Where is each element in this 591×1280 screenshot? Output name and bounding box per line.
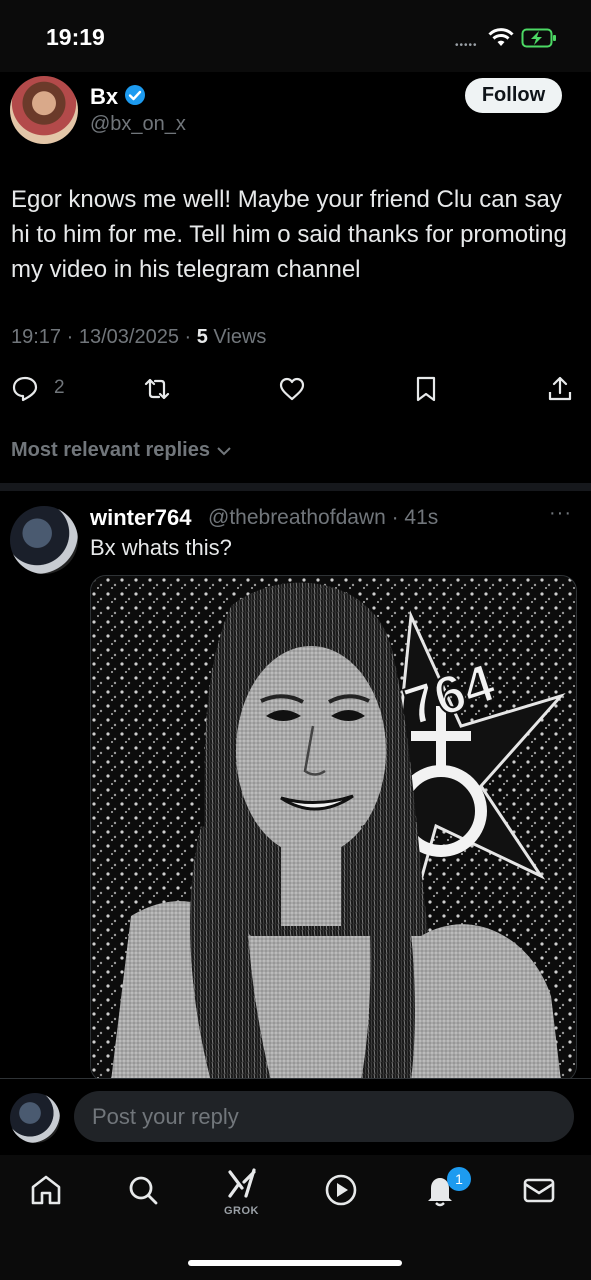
search-icon[interactable] (125, 1172, 161, 1208)
post-text: Egor knows me well! Maybe your friend Cl… (11, 186, 567, 283)
views-label[interactable]: Views (213, 326, 266, 348)
my-avatar[interactable] (10, 1093, 60, 1143)
cellular-signal-icon: ••••• (455, 40, 478, 51)
reply-author-avatar[interactable] (10, 506, 78, 574)
reply-count: 2 (54, 377, 65, 398)
author-handle[interactable]: @bx_on_x (90, 113, 186, 136)
views-count: 5 (196, 326, 208, 348)
reply-text: Bx whats this? (90, 535, 232, 560)
post-meta: 19:17 · 13/03/2025 · 5 Views (11, 326, 267, 348)
share-icon[interactable] (545, 374, 575, 404)
author-avatar[interactable] (10, 76, 78, 144)
wifi-icon (488, 28, 514, 46)
grok-icon[interactable] (224, 1166, 260, 1202)
replies-sort-dropdown[interactable]: Most relevant replies (11, 439, 232, 462)
section-divider (0, 483, 591, 491)
grok-label: GROK (224, 1205, 259, 1217)
reply-image[interactable]: 764 (90, 575, 577, 1082)
replies-sort-label: Most relevant replies (11, 439, 210, 461)
post-date: 13/03/2025 (78, 326, 179, 348)
reply-author-name[interactable]: winter764 (90, 505, 192, 531)
reply-icon[interactable] (10, 374, 40, 404)
home-indicator (188, 1260, 402, 1266)
like-icon[interactable] (277, 374, 307, 404)
video-icon[interactable] (323, 1172, 359, 1208)
post-time: 19:17 (11, 326, 62, 348)
reply-image-artwork: 764 (91, 576, 576, 1081)
mail-icon[interactable] (521, 1172, 557, 1208)
chevron-down-icon (216, 447, 231, 456)
author-name[interactable]: Bx (90, 84, 118, 110)
reply-input[interactable] (74, 1091, 574, 1142)
battery-charging-icon (521, 28, 556, 48)
follow-button[interactable]: Follow (465, 78, 562, 113)
verified-badge-icon (125, 85, 145, 105)
more-options-icon[interactable]: ··· (549, 502, 572, 525)
notifications-badge: 1 (447, 1167, 471, 1191)
bookmark-icon[interactable] (411, 374, 441, 404)
home-icon[interactable] (28, 1172, 64, 1208)
reply-author-handle[interactable]: @thebreathofdawn · 41s (208, 506, 438, 530)
status-time: 19:19 (46, 24, 105, 50)
repost-icon[interactable] (142, 374, 172, 404)
